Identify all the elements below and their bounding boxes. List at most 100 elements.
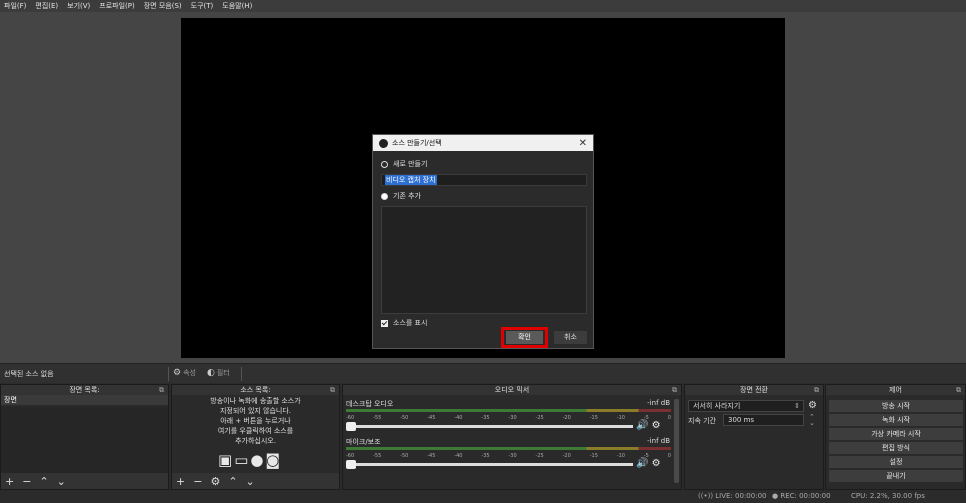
move-up-icon[interactable]: ⌃ bbox=[39, 475, 48, 488]
move-up-icon[interactable]: ⌃ bbox=[228, 475, 237, 488]
properties-button[interactable]: ⚙ 속성 bbox=[173, 368, 196, 378]
sources-footer: + − ⚙ ⌃ ⌄ bbox=[172, 473, 339, 489]
add-scene-icon[interactable]: + bbox=[5, 475, 14, 488]
dock-float-icon[interactable]: ⧉ bbox=[159, 385, 164, 395]
scene-item[interactable]: 장면 bbox=[1, 395, 168, 405]
move-down-icon[interactable]: ⌄ bbox=[246, 475, 255, 488]
meter-ticks: -60 -55 -50 -45 -40 -35 -30 -25 -20 -15 -10 -5 0 bbox=[346, 453, 671, 459]
channel-db: -inf dB bbox=[647, 437, 670, 445]
speaker-icon[interactable]: 🔊 bbox=[636, 420, 648, 431]
add-source-icon[interactable]: + bbox=[176, 475, 185, 488]
monitor-icon: ▭ bbox=[234, 451, 251, 469]
menu-bar: 파일(F) 편집(E) 보기(V) 프로파일(P) 장면 모음(S) 도구(T)… bbox=[0, 0, 966, 12]
volume-meter bbox=[346, 409, 671, 412]
menu-view[interactable]: 보기(V) bbox=[67, 1, 90, 11]
dialog-titlebar: 소스 만들기/선택 ✕ bbox=[373, 135, 593, 151]
dock-float-icon[interactable]: ⧉ bbox=[672, 385, 677, 395]
ok-button[interactable]: 확인 bbox=[506, 331, 543, 344]
add-existing-radio[interactable] bbox=[381, 192, 388, 200]
audio-mixer-dock: 오디오 믹서 ⧉ 데스크탑 오디오 -inf dB -60 -55 -50 -45 -4… bbox=[342, 384, 682, 490]
add-existing-option[interactable]: 기존 추가 bbox=[381, 191, 421, 201]
speaker-icon[interactable]: 🔊 bbox=[636, 458, 648, 469]
remove-source-icon[interactable]: − bbox=[193, 475, 202, 488]
create-new-label: 새로 만들기 bbox=[393, 160, 428, 168]
menu-file[interactable]: 파일(F) bbox=[4, 1, 26, 11]
dock-float-icon[interactable]: ⧉ bbox=[956, 385, 961, 395]
rec-status: ● REC: 00:00:00 bbox=[772, 492, 831, 500]
image-icon: ▣ bbox=[218, 451, 235, 469]
spin-arrows-icon[interactable]: ⌃ ⌄ bbox=[809, 414, 815, 427]
no-source-selected-label: 선택된 소스 없음 bbox=[4, 370, 54, 378]
mixer-channel-desktop: 데스크탑 오디오 -inf dB -60 -55 -50 -45 -40 -35 -30 -2… bbox=[346, 399, 678, 433]
start-recording-button[interactable]: 녹화 시작 bbox=[829, 414, 963, 426]
gear-icon: ⚙ bbox=[173, 368, 182, 378]
volume-slider-handle[interactable] bbox=[346, 422, 356, 431]
toolbar-divider bbox=[241, 367, 242, 381]
sources-empty-help[interactable]: 방송이나 녹화에 송출할 소스가 지정되어 있지 않습니다. 아래 + 버튼을 … bbox=[172, 395, 339, 446]
mixer-scrollbar[interactable] bbox=[674, 399, 679, 483]
close-icon[interactable]: ✕ bbox=[579, 138, 587, 149]
menu-scene-collection[interactable]: 장면 모음(S) bbox=[144, 1, 182, 11]
channel-name: 마이크/보조 bbox=[346, 438, 381, 446]
cpu-status: CPU: 2.2%, 30.00 fps bbox=[851, 492, 925, 500]
filter-icon: ◐ bbox=[207, 368, 215, 378]
duration-spinbox[interactable]: 300 ms bbox=[723, 414, 804, 426]
mixer-channel-mic: 마이크/보조 -inf dB -60 -55 -50 -45 -40 -35 -30 -25-… bbox=[346, 437, 678, 471]
source-type-icons: ▣▭●◙ bbox=[218, 451, 282, 469]
show-source-checkbox[interactable] bbox=[381, 319, 388, 327]
menu-tools[interactable]: 도구(T) bbox=[191, 1, 214, 11]
show-source-option[interactable]: 소스를 표시 bbox=[381, 318, 427, 328]
menu-help[interactable]: 도움말(H) bbox=[222, 1, 252, 11]
controls-dock: 제어 ⧉ 방송 시작 녹화 시작 가상 카메라 시작 편집 방식 설정 끝내기 bbox=[825, 384, 966, 490]
ok-button-highlight: 확인 bbox=[501, 327, 548, 348]
cancel-button[interactable]: 취소 bbox=[554, 331, 587, 344]
toolbar-divider bbox=[168, 367, 169, 381]
scenes-header: 장면 목록: ⧉ bbox=[1, 385, 168, 395]
dock-float-icon[interactable]: ⧉ bbox=[814, 385, 819, 395]
existing-sources-list[interactable] bbox=[381, 206, 587, 314]
duration-label: 지속 기간 bbox=[688, 417, 716, 425]
scene-transitions-dock: 장면 전환 ⧉ 서서히 사라지기 ⇕ ⚙ 지속 기간 300 ms ⌃ ⌄ bbox=[684, 384, 824, 490]
chevron-updown-icon: ⇕ bbox=[794, 402, 800, 410]
menu-edit[interactable]: 편집(E) bbox=[35, 1, 58, 11]
scenes-list[interactable] bbox=[1, 407, 168, 475]
globe-icon: ● bbox=[250, 451, 266, 469]
source-name-value: 비디오 캡처 장치 bbox=[385, 175, 437, 185]
transitions-header: 장면 전환 ⧉ bbox=[685, 385, 823, 395]
dock-float-icon[interactable]: ⧉ bbox=[330, 385, 335, 395]
volume-slider[interactable] bbox=[346, 422, 633, 431]
channel-name: 데스크탑 오디오 bbox=[346, 400, 394, 408]
sources-dock: 소스 목록: ⧉ 방송이나 녹화에 송출할 소스가 지정되어 있지 않습니다. … bbox=[171, 384, 340, 490]
source-settings-icon[interactable]: ⚙ bbox=[210, 475, 220, 488]
remove-scene-icon[interactable]: − bbox=[22, 475, 31, 488]
source-name-input[interactable]: 비디오 캡처 장치 bbox=[381, 174, 587, 186]
move-down-icon[interactable]: ⌄ bbox=[57, 475, 66, 488]
exit-button[interactable]: 끝내기 bbox=[829, 470, 963, 482]
show-source-label: 소스를 표시 bbox=[393, 319, 428, 327]
scenes-footer: + − ⌃ ⌄ bbox=[1, 473, 168, 489]
studio-mode-button[interactable]: 편집 방식 bbox=[829, 442, 963, 454]
controls-header: 제어 ⧉ bbox=[826, 385, 965, 395]
obs-logo-icon bbox=[379, 138, 388, 148]
source-toolbar: 선택된 소스 없음 ⚙ 속성 ◐ 필터 bbox=[0, 363, 966, 383]
gear-icon[interactable]: ⚙ bbox=[652, 458, 661, 469]
settings-button[interactable]: 설정 bbox=[829, 456, 963, 468]
dialog-title: 소스 만들기/선택 bbox=[392, 139, 442, 147]
start-virtual-camera-button[interactable]: 가상 카메라 시작 bbox=[829, 428, 963, 440]
channel-db: -inf dB bbox=[647, 399, 670, 407]
create-new-option[interactable]: 새로 만들기 bbox=[381, 159, 427, 169]
add-existing-label: 기존 추가 bbox=[393, 192, 421, 200]
transition-settings-icon[interactable]: ⚙ bbox=[808, 400, 817, 411]
filters-button[interactable]: ◐ 필터 bbox=[207, 368, 230, 378]
gear-icon[interactable]: ⚙ bbox=[652, 420, 661, 431]
transition-select[interactable]: 서서히 사라지기 ⇕ bbox=[688, 400, 804, 412]
meter-ticks: -60 -55 -50 -45 -40 -35 -30 -25 -20 -15 -10 -5 0 bbox=[346, 415, 671, 421]
start-streaming-button[interactable]: 방송 시작 bbox=[829, 400, 963, 412]
scenes-dock: 장면 목록: ⧉ 장면 + − ⌃ ⌄ bbox=[0, 384, 169, 490]
mixer-header: 오디오 믹서 ⧉ bbox=[343, 385, 681, 395]
menu-profile[interactable]: 프로파일(P) bbox=[99, 1, 134, 11]
volume-slider-handle[interactable] bbox=[346, 460, 356, 469]
volume-meter bbox=[346, 447, 671, 450]
create-new-radio[interactable] bbox=[381, 160, 388, 168]
volume-slider[interactable] bbox=[346, 460, 633, 469]
